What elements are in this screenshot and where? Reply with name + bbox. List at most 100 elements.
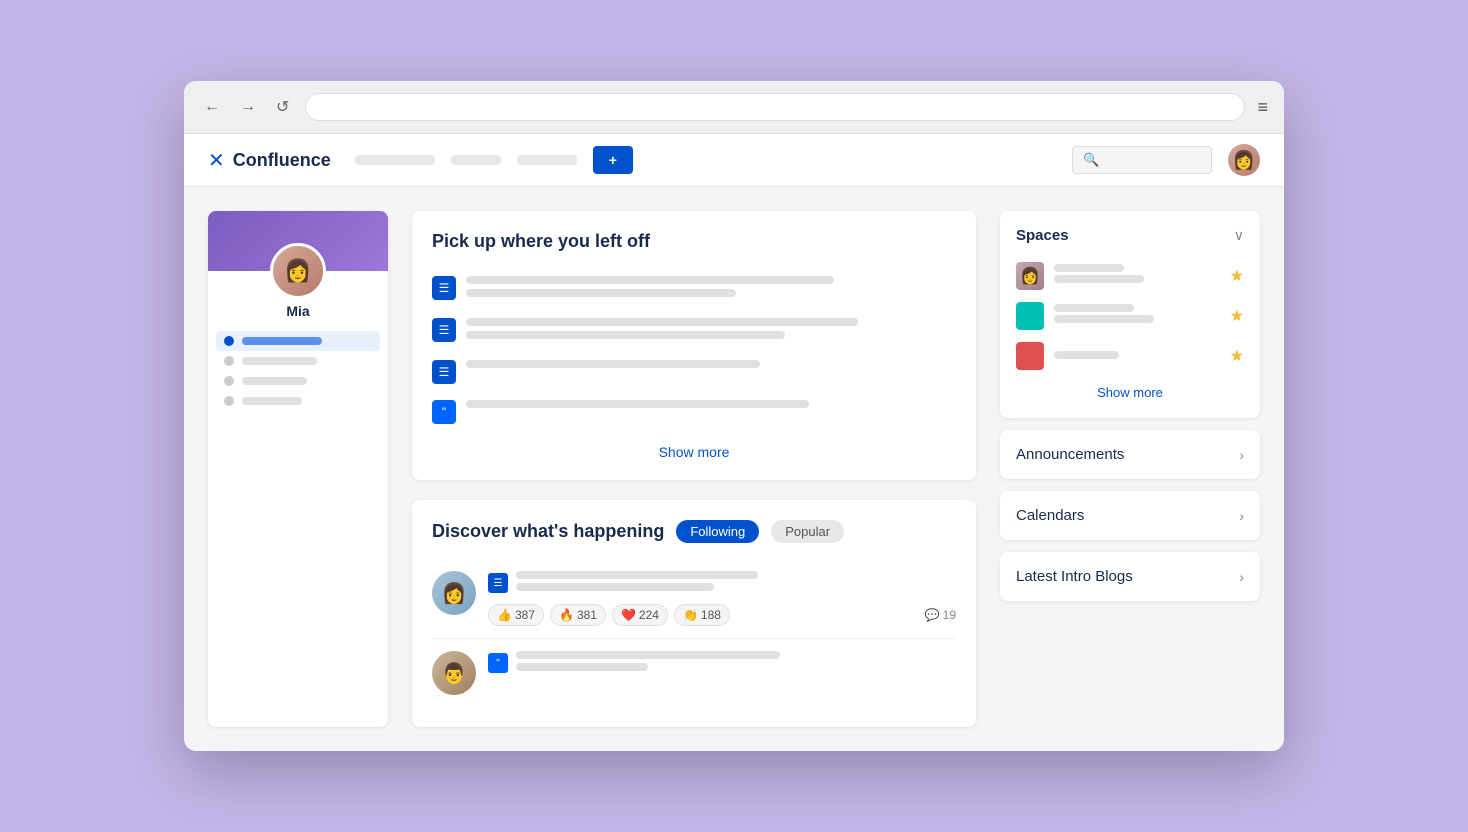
profile-nav-item-2[interactable] [216, 351, 380, 371]
discover-header: Discover what's happening Following Popu… [432, 520, 956, 543]
announcements-row: Announcements › [1016, 446, 1244, 463]
space-star-3[interactable]: ★ [1230, 346, 1244, 366]
announcements-title[interactable]: Announcements [1016, 446, 1124, 463]
blog-page-icon-1: ☰ [488, 573, 508, 593]
recent-title: Pick up where you left off [432, 231, 956, 252]
url-bar[interactable] [305, 93, 1245, 121]
latest-intro-blogs-row: Latest Intro Blogs › [1016, 568, 1244, 585]
heart-icon: ❤️ [621, 608, 636, 622]
profile-nav-bar-1 [242, 337, 322, 345]
space-item-2[interactable]: ★ [1016, 296, 1244, 336]
logo-text: Confluence [233, 150, 331, 171]
announcements-chevron-icon[interactable]: › [1239, 447, 1244, 463]
reactions-1: 👍 387 🔥 381 ❤️ 224 [488, 604, 956, 626]
space-star-2[interactable]: ★ [1230, 306, 1244, 326]
blog-avatar-1[interactable]: 👩 [432, 571, 476, 615]
user-avatar[interactable]: 👩 [1228, 144, 1260, 176]
comment-icon-1: 💬 [925, 608, 940, 622]
show-more-btn: Show more [432, 444, 956, 460]
space-item-1[interactable]: 👩 ★ [1016, 256, 1244, 296]
reaction-heart[interactable]: ❤️ 224 [612, 604, 668, 626]
show-more-button[interactable]: Show more [659, 444, 730, 460]
nav-pill-3[interactable] [517, 155, 577, 165]
following-tab[interactable]: Following [676, 520, 759, 543]
right-sidebar: Spaces ∨ 👩 ★ [1000, 211, 1260, 727]
blog-lines-2 [516, 651, 956, 676]
browser-menu-icon[interactable]: ≡ [1257, 97, 1268, 118]
search-box[interactable]: 🔍 [1072, 146, 1212, 174]
reaction-clap[interactable]: 👏 188 [674, 604, 730, 626]
discover-section: Discover what's happening Following Popu… [412, 500, 976, 727]
fire-count: 381 [577, 608, 597, 622]
page-icon-3: ☰ [432, 360, 456, 384]
recent-item-2[interactable]: ☰ [432, 310, 956, 352]
profile-nav-item-4[interactable] [216, 391, 380, 411]
space-dot-2 [1016, 302, 1044, 330]
spaces-show-more: Show more [1016, 384, 1244, 402]
page-icon-4: " [432, 400, 456, 424]
search-icon: 🔍 [1083, 152, 1099, 168]
center-col: Pick up where you left off ☰ ☰ [412, 211, 976, 727]
announcements-card: Announcements › [1000, 430, 1260, 479]
blog-content-2: " [488, 651, 956, 676]
profile-avatar[interactable]: 👩 [270, 243, 326, 299]
space-lines-1 [1054, 264, 1220, 288]
spaces-header: Spaces ∨ [1016, 227, 1244, 244]
recent-section: Pick up where you left off ☰ ☰ [412, 211, 976, 480]
blog-page-icon-2: " [488, 653, 508, 673]
blog-icon-row-2: " [488, 651, 956, 676]
user-avatar-image: 👩 [1228, 144, 1260, 176]
profile-nav-item-1[interactable] [216, 331, 380, 351]
blog-content-1: ☰ 👍 387 🔥 [488, 571, 956, 626]
space-dot-1: 👩 [1016, 262, 1044, 290]
forward-button[interactable]: → [236, 96, 260, 118]
popular-tab[interactable]: Popular [771, 520, 844, 543]
calendars-card: Calendars › [1000, 491, 1260, 540]
discover-title: Discover what's happening [432, 521, 664, 542]
nav-pill-1[interactable] [355, 155, 435, 165]
space-item-3[interactable]: ★ [1016, 336, 1244, 376]
content-lines-2 [466, 318, 956, 344]
nav-pill-2[interactable] [451, 155, 501, 165]
spaces-card: Spaces ∨ 👩 ★ [1000, 211, 1260, 418]
clap-icon: 👏 [683, 608, 698, 622]
calendars-chevron-icon[interactable]: › [1239, 508, 1244, 524]
recent-item-1[interactable]: ☰ [432, 268, 956, 310]
back-button[interactable]: ← [200, 96, 224, 118]
calendars-title[interactable]: Calendars [1016, 507, 1084, 524]
reaction-thumbs-up[interactable]: 👍 387 [488, 604, 544, 626]
profile-nav-item-3[interactable] [216, 371, 380, 391]
create-button[interactable]: + [593, 146, 633, 174]
space-star-1[interactable]: ★ [1230, 266, 1244, 286]
content-lines-1 [466, 276, 956, 302]
latest-intro-blogs-title[interactable]: Latest Intro Blogs [1016, 568, 1133, 585]
page-icon-1: ☰ [432, 276, 456, 300]
blog-item-1: 👩 ☰ 👍 387 [432, 559, 956, 639]
blog-avatar-2[interactable]: 👨 [432, 651, 476, 695]
recent-item-4[interactable]: " [432, 392, 956, 432]
profile-nav-dot-2 [224, 356, 234, 366]
latest-intro-blogs-chevron-icon[interactable]: › [1239, 569, 1244, 585]
spaces-chevron-icon[interactable]: ∨ [1234, 227, 1244, 244]
blog-item-2: 👨 " [432, 639, 956, 707]
top-nav: ✕ Confluence + 🔍 👩 [184, 134, 1284, 187]
page-icon-2: ☰ [432, 318, 456, 342]
calendars-row: Calendars › [1016, 507, 1244, 524]
browser-window: ← → ↺ ≡ ✕ Confluence + 🔍 👩 [184, 81, 1284, 751]
refresh-button[interactable]: ↺ [272, 95, 293, 119]
profile-avatar-wrap: 👩 [208, 243, 388, 299]
comment-count-1: 19 [943, 608, 956, 622]
confluence-logo-icon: ✕ [208, 148, 225, 173]
profile-card: 👩 Mia [208, 211, 388, 727]
heart-count: 224 [639, 608, 659, 622]
reaction-fire[interactable]: 🔥 381 [550, 604, 606, 626]
thumbs-up-icon: 👍 [497, 608, 512, 622]
recent-item-3[interactable]: ☰ [432, 352, 956, 392]
profile-nav-list [208, 331, 388, 423]
thumbs-up-count: 387 [515, 608, 535, 622]
comment-badge-1[interactable]: 💬 19 [925, 604, 956, 626]
spaces-show-more-button[interactable]: Show more [1097, 385, 1163, 400]
blog-lines-1 [516, 571, 956, 596]
clap-count: 188 [701, 608, 721, 622]
main-content: 👩 Mia [184, 187, 1284, 751]
